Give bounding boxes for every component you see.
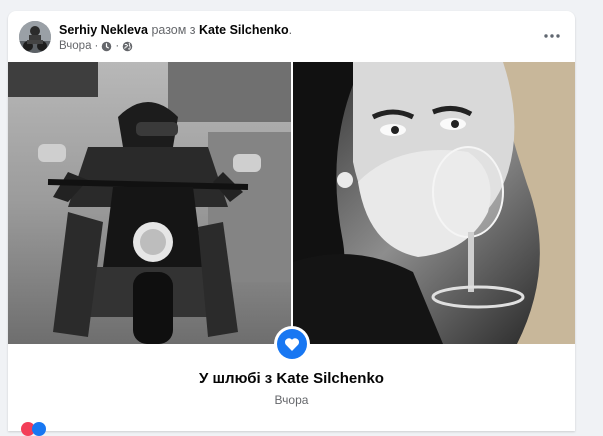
like-reaction-icon (32, 422, 46, 436)
reactions-summary[interactable] (21, 422, 46, 436)
more-options-icon[interactable] (541, 25, 563, 47)
author-line-period: . (288, 23, 293, 37)
page-scrollbar[interactable] (592, 0, 603, 421)
post-timestamp[interactable]: Вчора (59, 40, 91, 52)
tagged-person-link[interactable]: Kate Silchenko (199, 23, 289, 37)
public-globe-icon[interactable] (122, 41, 133, 52)
heart-icon (277, 329, 307, 359)
meta-separator: · (94, 40, 99, 52)
life-event-title: У шлюбі з Kate Silchenko (199, 370, 384, 387)
with-text: разом з (151, 23, 196, 37)
life-event-photos (8, 62, 575, 344)
time-icon (101, 41, 112, 52)
life-event-badge (274, 326, 310, 362)
author-avatar[interactable] (19, 21, 51, 53)
meta-separator: · (115, 40, 120, 52)
photo-woman-wine-glass[interactable] (292, 62, 575, 344)
post-author-line: Serhiy Nekleva разом з Kate Silchenko. (59, 23, 292, 37)
life-event-date: Вчора (274, 393, 309, 407)
photo-motorcycle[interactable] (8, 62, 291, 344)
author-name-link[interactable]: Serhiy Nekleva (59, 23, 148, 37)
post-meta: Вчора · · (59, 40, 133, 52)
post-header: Serhiy Nekleva разом з Kate Silchenko. В… (8, 11, 575, 63)
post-card: Serhiy Nekleva разом з Kate Silchenko. В… (8, 11, 575, 436)
